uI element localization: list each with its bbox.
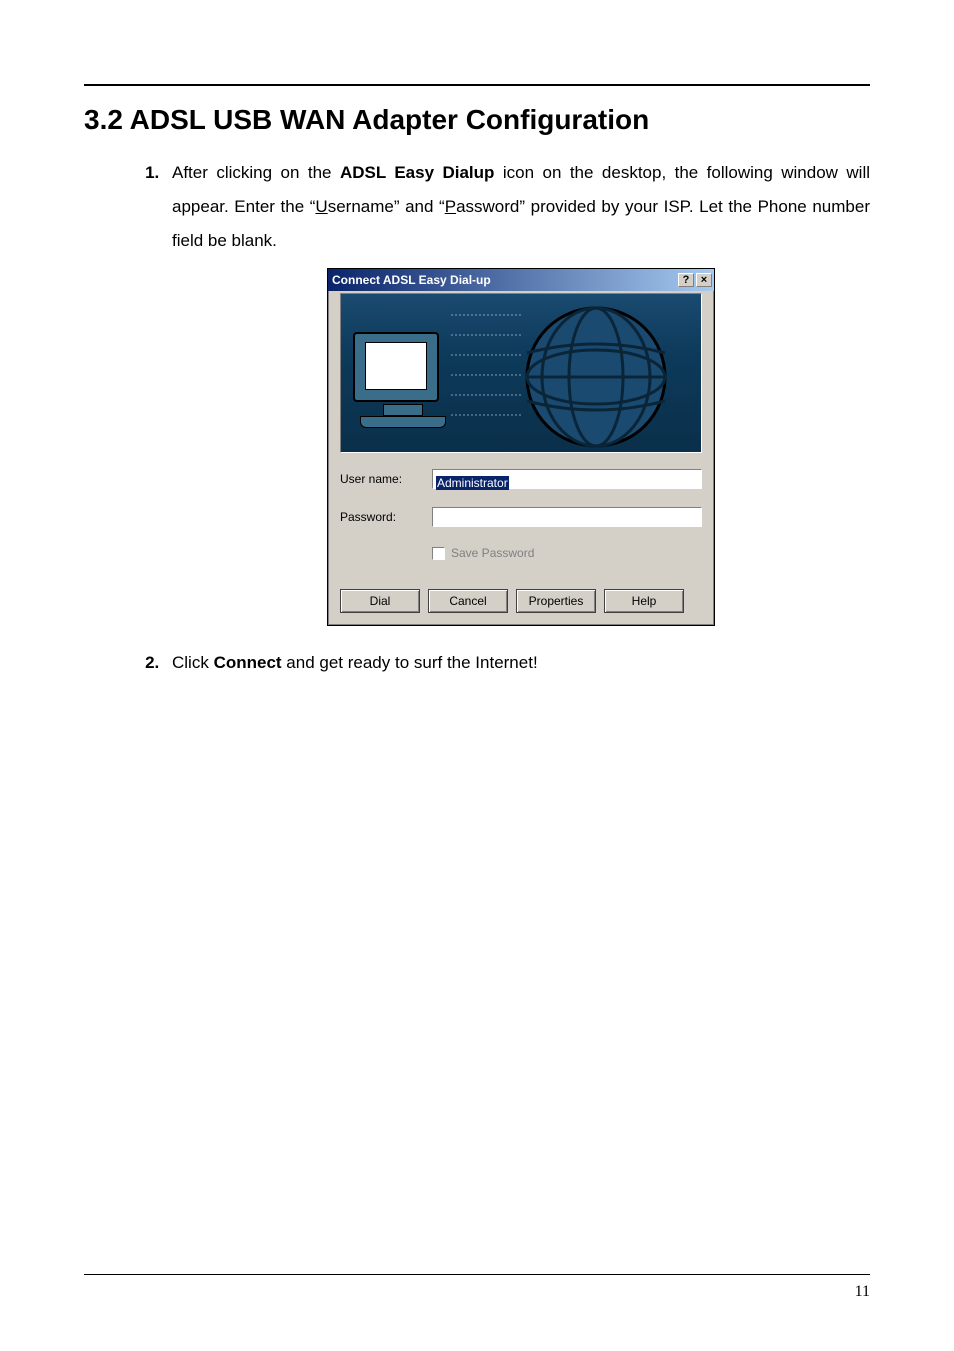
- rule-top: [84, 84, 870, 86]
- password-input[interactable]: [432, 507, 702, 527]
- step1-u2: P: [445, 197, 456, 216]
- step2-bold: Connect: [214, 653, 282, 672]
- save-password-row: Save Password: [432, 541, 702, 565]
- globe-icon: [521, 302, 671, 452]
- button-row: Dial Cancel Properties Help: [340, 589, 702, 613]
- page-footer: 11: [84, 1266, 870, 1301]
- page-number: 11: [84, 1283, 870, 1301]
- password-row: Password:: [340, 505, 702, 529]
- save-password-checkbox[interactable]: [432, 547, 445, 560]
- step-2: Click Connect and get ready to surf the …: [164, 646, 870, 680]
- step2-text-b: and get ready to surf the Internet!: [282, 653, 538, 672]
- section-heading: 3.2 ADSL USB WAN Adapter Configuration: [84, 104, 870, 136]
- step1-u1: U: [315, 197, 327, 216]
- banner-image: [340, 293, 702, 453]
- cancel-button[interactable]: Cancel: [428, 589, 508, 613]
- connect-dialog: Connect ADSL Easy Dial-up ? ×: [327, 268, 715, 626]
- password-label: Password:: [340, 505, 432, 529]
- dial-button[interactable]: Dial: [340, 589, 420, 613]
- titlebar-buttons: ? ×: [678, 273, 712, 287]
- username-row: User name: Administrator: [340, 467, 702, 491]
- username-label: User name:: [340, 467, 432, 491]
- step1-text-c: sername” and “: [328, 197, 445, 216]
- monitor-icon: [353, 332, 453, 440]
- rule-bottom: [84, 1274, 870, 1275]
- step1-text-a: After clicking on the: [172, 163, 340, 182]
- username-value: Administrator: [436, 476, 509, 490]
- step-1: After clicking on the ADSL Easy Dialup i…: [164, 156, 870, 626]
- username-input[interactable]: Administrator: [432, 469, 702, 489]
- document-page: 3.2 ADSL USB WAN Adapter Configuration A…: [0, 0, 954, 1351]
- save-password-label: Save Password: [451, 541, 534, 565]
- step1-bold: ADSL Easy Dialup: [340, 163, 495, 182]
- help-icon[interactable]: ?: [678, 273, 694, 287]
- step2-text-a: Click: [172, 653, 214, 672]
- titlebar[interactable]: Connect ADSL Easy Dial-up ? ×: [328, 269, 714, 291]
- properties-button[interactable]: Properties: [516, 589, 596, 613]
- close-icon[interactable]: ×: [696, 273, 712, 287]
- help-button[interactable]: Help: [604, 589, 684, 613]
- dialog-body: User name: Administrator Password: Save …: [328, 291, 714, 625]
- titlebar-text: Connect ADSL Easy Dial-up: [332, 268, 678, 292]
- banner-stripes: [451, 314, 521, 432]
- steps-list: After clicking on the ADSL Easy Dialup i…: [84, 156, 870, 680]
